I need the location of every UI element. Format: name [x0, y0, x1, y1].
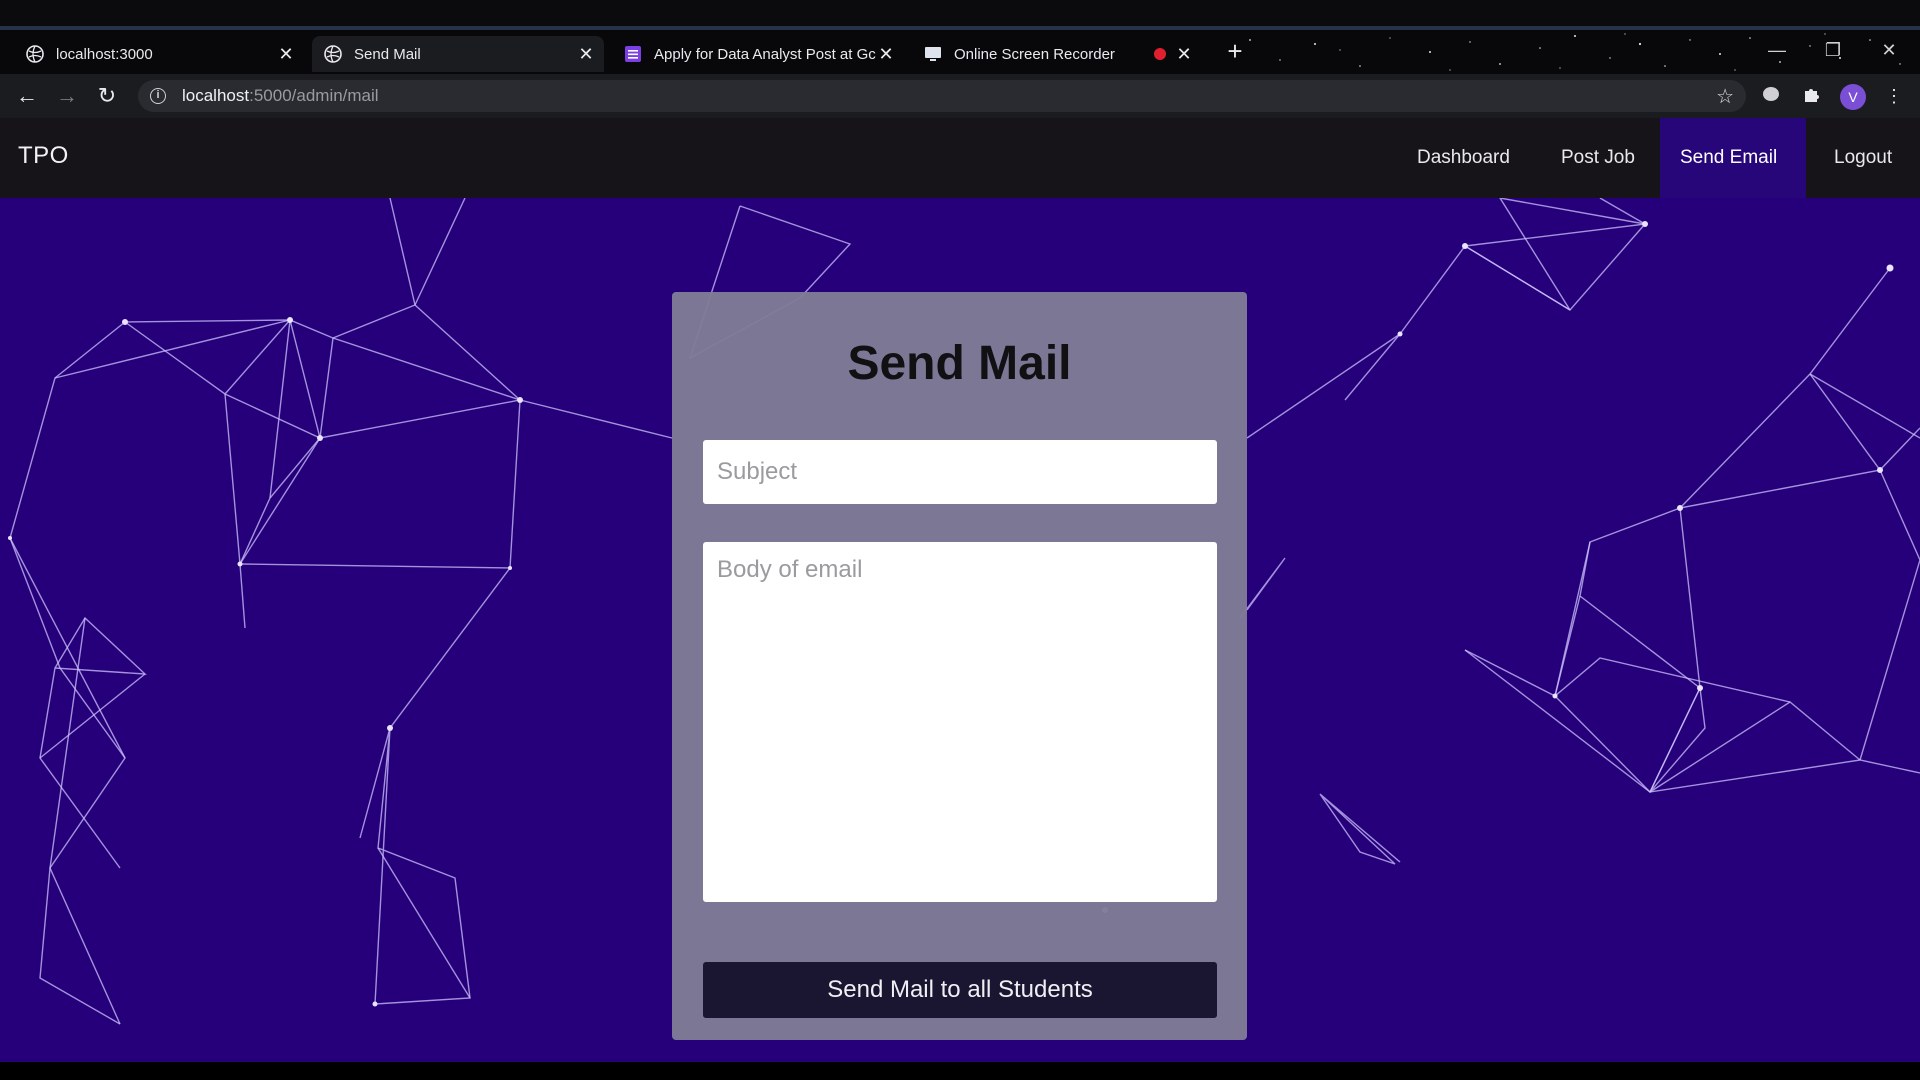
monitor-icon — [924, 45, 942, 63]
tab-send-mail[interactable]: Send Mail ✕ — [312, 36, 604, 72]
url-path: :5000/admin/mail — [249, 86, 379, 105]
close-icon[interactable]: ✕ — [576, 44, 596, 64]
app-navbar: TPO Dashboard Post Job Send Email Logout — [0, 118, 1920, 198]
brand-logo[interactable]: TPO — [18, 142, 69, 170]
subject-input[interactable] — [703, 440, 1217, 504]
tab-online-screen-recorder[interactable]: Online Screen Recorder ✕ — [912, 36, 1202, 72]
tab-title: localhost:3000 — [56, 45, 153, 63]
new-tab-button[interactable]: + — [1222, 38, 1248, 64]
back-icon[interactable]: ← — [13, 82, 41, 110]
forward-icon[interactable]: → — [53, 82, 81, 110]
starfield-decoration — [1249, 33, 1901, 71]
nav-send-email[interactable]: Send Email — [1660, 118, 1806, 198]
profile-avatar[interactable]: V — [1840, 84, 1866, 110]
form-icon — [624, 45, 642, 63]
minimize-icon[interactable]: — — [1762, 38, 1792, 62]
tab-apply-data-analyst[interactable]: Apply for Data Analyst Post at Gc ✕ — [612, 36, 904, 72]
globe-icon — [26, 45, 44, 63]
address-bar[interactable]: i localhost:5000/admin/mail ☆ — [138, 80, 1746, 112]
puzzle-extensions-icon[interactable] — [1800, 84, 1824, 108]
close-icon[interactable]: ✕ — [276, 44, 296, 64]
recording-indicator-icon — [1154, 48, 1166, 60]
page-title: Send Mail — [847, 337, 1072, 390]
close-icon[interactable]: ✕ — [1174, 44, 1194, 64]
page-background: Send Mail Send Mail to all Students — [0, 198, 1920, 1062]
reload-icon[interactable]: ↻ — [93, 82, 121, 110]
tab-localhost-3000[interactable]: localhost:3000 ✕ — [14, 36, 304, 72]
extension-icon[interactable] — [1759, 84, 1783, 108]
screen: localhost:3000 ✕ Send Mail ✕ Apply for D… — [0, 0, 1920, 1080]
window-top-border — [0, 0, 1920, 30]
send-mail-button[interactable]: Send Mail to all Students — [703, 962, 1217, 1018]
send-mail-card: Send Mail Send Mail to all Students — [672, 292, 1247, 1040]
globe-icon — [324, 45, 342, 63]
close-window-icon[interactable]: ✕ — [1874, 38, 1904, 62]
nav-post-job[interactable]: Post Job — [1541, 118, 1657, 198]
info-icon[interactable]: i — [150, 88, 166, 104]
menu-kebab-icon[interactable]: ⋮ — [1882, 84, 1906, 108]
tab-title: Send Mail — [354, 45, 421, 63]
browser-toolbar: ← → ↻ i localhost:5000/admin/mail ☆ ⋮ — [0, 74, 1920, 118]
bottom-border — [0, 1062, 1920, 1080]
nav-dashboard[interactable]: Dashboard — [1397, 118, 1529, 198]
restore-icon[interactable]: ❐ — [1818, 38, 1848, 62]
browser-tab-strip: localhost:3000 ✕ Send Mail ✕ Apply for D… — [0, 30, 1920, 74]
close-icon[interactable]: ✕ — [876, 44, 896, 64]
email-body-textarea[interactable] — [703, 542, 1217, 902]
bookmark-star-icon[interactable]: ☆ — [1716, 84, 1734, 109]
nav-logout[interactable]: Logout — [1814, 118, 1920, 198]
tab-title: Apply for Data Analyst Post at Gc — [654, 45, 876, 63]
url-host: localhost — [182, 86, 250, 105]
